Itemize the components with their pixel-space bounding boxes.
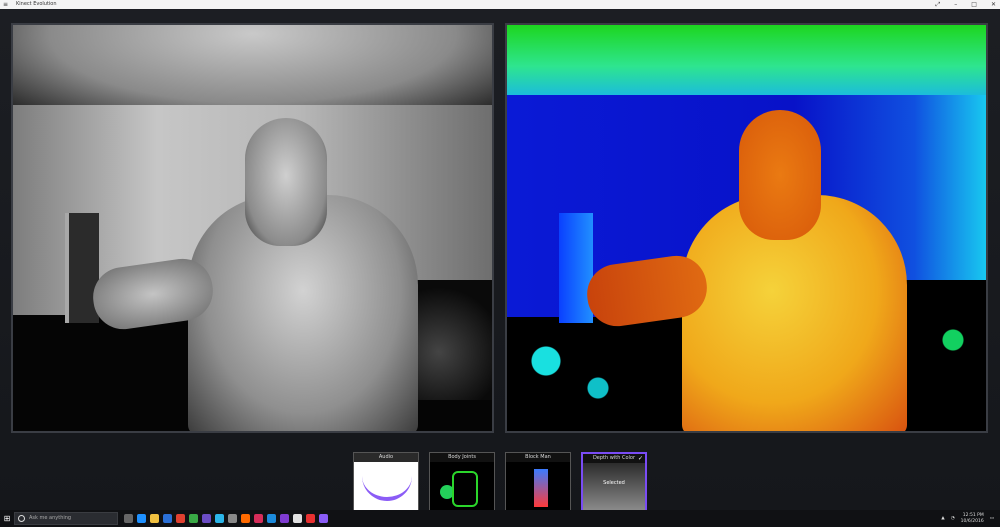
window-title: Kinect Evolution	[16, 1, 57, 7]
app-icon[interactable]	[189, 514, 198, 523]
mode-card-audio[interactable]: Audio	[353, 452, 419, 512]
card-label: Block Man	[506, 453, 570, 462]
task-view-icon[interactable]	[124, 514, 133, 523]
search-placeholder: Ask me anything	[29, 515, 72, 521]
close-icon[interactable]: ✕	[991, 0, 996, 9]
mode-gallery: Audio Body Joints Block Man Depth with C…	[353, 452, 647, 512]
title-bar: ≡ Kinect Evolution ⤢ – □ ✕	[0, 0, 1000, 9]
person-head	[739, 110, 821, 240]
network-icon[interactable]: ▲	[941, 516, 944, 521]
skeleton-icon	[452, 471, 478, 507]
system-tray: ▲ ◔ 12:51 PM 10/6/2016 ▭	[941, 513, 1000, 525]
app-icon[interactable]	[202, 514, 211, 523]
floor-spots	[507, 325, 637, 415]
app-icon[interactable]	[228, 514, 237, 523]
app-icon[interactable]	[280, 514, 289, 523]
app-icon[interactable]	[241, 514, 250, 523]
clock-date: 10/6/2016	[960, 518, 984, 524]
checkmark-icon: ✓	[637, 455, 643, 462]
doorframe	[559, 213, 593, 323]
expand-icon[interactable]: ⤢	[935, 0, 940, 9]
audio-beam-icon	[362, 465, 412, 501]
hamburger-icon[interactable]: ≡	[3, 0, 8, 9]
windows-start-icon[interactable]: ⊞	[0, 514, 14, 523]
depth-color-view	[505, 23, 988, 433]
mode-card-body-joints[interactable]: Body Joints	[429, 452, 495, 512]
app-icon[interactable]	[306, 514, 315, 523]
taskbar-apps	[124, 514, 328, 523]
card-label: Depth with Color	[583, 454, 645, 463]
edge-icon[interactable]	[137, 514, 146, 523]
app-icon[interactable]	[267, 514, 276, 523]
clock-time: 12:51 PM	[962, 512, 984, 518]
search-input[interactable]: Ask me anything	[14, 512, 118, 525]
window-controls: ⤢ – □ ✕	[935, 0, 996, 9]
clock[interactable]: 12:51 PM 10/6/2016	[961, 513, 984, 525]
person-head	[245, 118, 327, 246]
selected-status: Selected	[603, 480, 625, 486]
card-label: Body Joints	[430, 453, 494, 462]
chrome-icon[interactable]	[176, 514, 185, 523]
ceiling	[13, 25, 492, 115]
maximize-icon[interactable]: □	[971, 0, 977, 9]
kinect-evolution-icon[interactable]	[319, 514, 328, 523]
app-icon[interactable]	[215, 514, 224, 523]
ir-depth-view	[11, 23, 494, 433]
minimize-icon[interactable]: –	[954, 0, 957, 9]
bikes	[899, 280, 986, 400]
app-icon[interactable]	[293, 514, 302, 523]
mail-icon[interactable]	[163, 514, 172, 523]
search-icon	[18, 515, 25, 522]
taskbar: ⊞ Ask me anything ▲ ◔ 12:51 PM 10/6/2016…	[0, 510, 1000, 527]
volume-icon[interactable]: ◔	[951, 516, 955, 521]
notifications-icon[interactable]: ▭	[990, 516, 994, 521]
app-icon[interactable]	[254, 514, 263, 523]
card-label: Audio	[354, 453, 418, 462]
mode-card-depth-with-color[interactable]: Depth with Color ✓ Selected	[581, 452, 647, 512]
block-man-icon	[534, 469, 548, 507]
file-explorer-icon[interactable]	[150, 514, 159, 523]
mode-card-block-man[interactable]: Block Man	[505, 452, 571, 512]
ceiling	[507, 25, 986, 100]
main-area: Audio Body Joints Block Man Depth with C…	[0, 9, 1000, 512]
